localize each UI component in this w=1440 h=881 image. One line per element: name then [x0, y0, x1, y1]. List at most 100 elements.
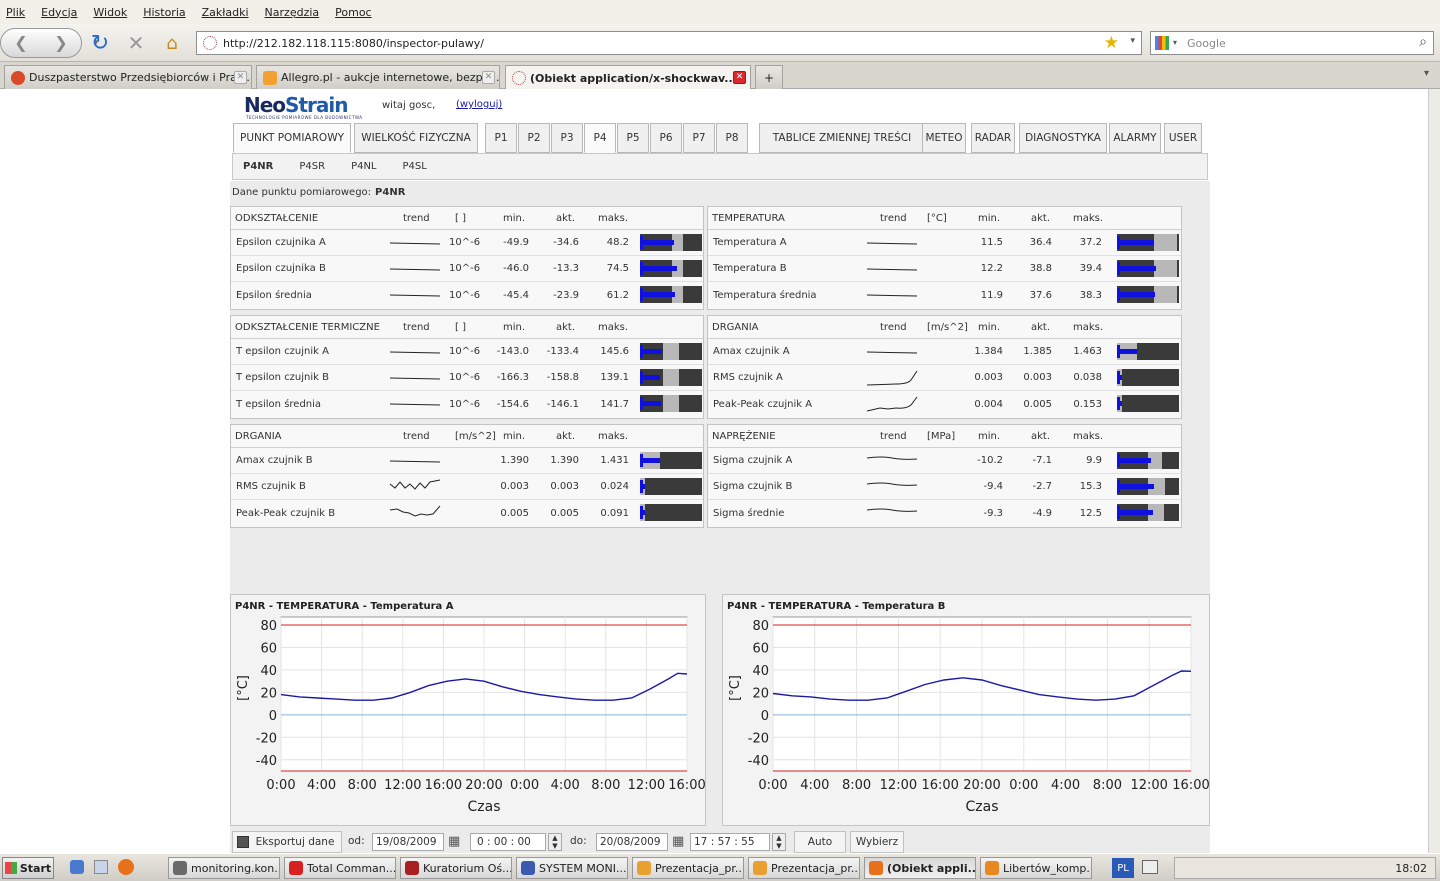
panel-header: ODKSZTAŁCENIE trend [ ] min. akt. maks.: [231, 207, 703, 230]
main-tab-3[interactable]: P2: [518, 123, 550, 153]
logout-link[interactable]: (wyloguj): [456, 99, 502, 110]
sub-tab-p4nr[interactable]: P4NR: [243, 161, 273, 172]
from-date-input[interactable]: 19/08/2009: [372, 833, 444, 851]
stop-icon[interactable]: ✕: [124, 30, 148, 56]
bookmark-star-icon[interactable]: ★: [1104, 33, 1119, 53]
to-time-stepper[interactable]: ▲ ▼: [772, 833, 786, 851]
taskbar-button[interactable]: (Obiekt appli...: [864, 857, 976, 879]
measurement-row[interactable]: Sigma średnie -9.3 -4.9 12.5: [708, 500, 1181, 526]
measurement-row[interactable]: Amax czujnik B 1.390 1.390 1.431: [231, 448, 703, 474]
measurement-row[interactable]: Peak-Peak czujnik B 0.005 0.005 0.091: [231, 500, 703, 526]
clock: 18:02: [1395, 861, 1427, 875]
url-dropdown-icon[interactable]: ▾: [1130, 36, 1135, 46]
main-tab-7[interactable]: P6: [650, 123, 682, 153]
back-icon[interactable]: ❮: [1, 29, 41, 57]
measurement-row[interactable]: T epsilon czujnik A 10^-6 -143.0 -133.4 145.…: [231, 339, 703, 365]
quicklaunch-firefox-icon[interactable]: [118, 859, 134, 875]
back-forward-buttons[interactable]: ❮ ❯: [0, 27, 82, 58]
close-tab-icon[interactable]: ✕: [482, 71, 495, 84]
measurement-row[interactable]: Temperatura A 11.5 36.4 37.2: [708, 230, 1181, 256]
from-time-input[interactable]: 0 : 00 : 00: [470, 833, 546, 851]
main-tab-10[interactable]: TABLICE ZMIENNEJ TREŚCI: [759, 123, 925, 153]
auto-button[interactable]: Auto: [794, 831, 846, 853]
sub-tab-p4sl[interactable]: P4SL: [403, 161, 427, 172]
calendar-icon[interactable]: ▦: [448, 834, 460, 849]
main-tab-2[interactable]: P1: [485, 123, 517, 153]
measurement-row[interactable]: RMS czujnik B 0.003 0.003 0.024: [231, 474, 703, 500]
sub-tab-p4nl[interactable]: P4NL: [351, 161, 376, 172]
sub-tab-p4sr[interactable]: P4SR: [299, 161, 325, 172]
taskbar-button[interactable]: Kuratorium Oś...: [400, 857, 512, 879]
from-time-stepper[interactable]: ▲ ▼: [548, 833, 562, 851]
search-input[interactable]: ▾ Google ⌕: [1150, 31, 1434, 55]
language-indicator[interactable]: PL: [1112, 858, 1134, 878]
measurement-row[interactable]: Peak-Peak czujnik A 0.004 0.005 0.153: [708, 391, 1181, 417]
close-tab-icon[interactable]: ✕: [733, 71, 746, 84]
taskbar-button[interactable]: Libertów_komp...: [980, 857, 1092, 879]
measurement-row[interactable]: Temperatura średnia 11.9 37.6 38.3: [708, 282, 1181, 308]
measurement-row[interactable]: Epsilon średnia 10^-6 -45.4 -23.9 61.2: [231, 282, 703, 308]
menu-item-2[interactable]: Widok: [93, 6, 127, 19]
menu-item-4[interactable]: Zakładki: [202, 6, 249, 19]
engine-dropdown-icon[interactable]: ▾: [1173, 38, 1177, 47]
panel-naprężenie: NAPRĘŻENIE trend [MPa] min. akt. maks. Sigma c…: [707, 424, 1182, 528]
menu-item-3[interactable]: Historia: [143, 6, 185, 19]
trend-header: trend: [880, 212, 907, 224]
main-tab-13[interactable]: DIAGNOSTYKA: [1019, 123, 1107, 153]
url-bar[interactable]: http://212.182.118.115:8080/inspector-pu…: [196, 31, 1142, 55]
to-date-input[interactable]: 20/08/2009: [596, 833, 668, 851]
browser-tab-active[interactable]: (Obiekt application/x-shockwav... ✕: [505, 65, 751, 90]
quicklaunch-ie-icon[interactable]: [70, 860, 84, 874]
panel-header: TEMPERATURA trend [°C] min. akt. maks.: [708, 207, 1181, 230]
vertical-scrollbar[interactable]: [1428, 89, 1440, 853]
search-icon[interactable]: ⌕: [1419, 34, 1427, 50]
main-tab-5[interactable]: P4: [584, 123, 616, 153]
main-tab-6[interactable]: P5: [617, 123, 649, 153]
taskbar-button[interactable]: Prezentacja_pr...: [632, 857, 744, 879]
measurement-row[interactable]: Sigma czujnik A -10.2 -7.1 9.9: [708, 448, 1181, 474]
taskbar-button[interactable]: SYSTEM MONI...: [516, 857, 628, 879]
main-tab-15[interactable]: USER: [1164, 123, 1202, 153]
measurement-row[interactable]: Temperatura B 12.2 38.8 39.4: [708, 256, 1181, 282]
menu-item-5[interactable]: Narzędzia: [265, 6, 320, 19]
quicklaunch-doc-icon[interactable]: [94, 860, 108, 874]
measurement-row[interactable]: Epsilon czujnika B 10^-6 -46.0 -13.3 74.5: [231, 256, 703, 282]
browser-tab[interactable]: Allegro.pl - aukcje internetowe, bezpie.…: [256, 65, 500, 89]
measurement-row[interactable]: T epsilon czujnik B 10^-6 -166.3 -158.8 139.…: [231, 365, 703, 391]
calendar-icon[interactable]: ▦: [672, 834, 684, 849]
browser-tab[interactable]: Duszpasterstwo Przedsiębiorców i Prac...…: [4, 65, 252, 89]
measurement-row[interactable]: T epsilon średnia 10^-6 -154.6 -146.1 141.7: [231, 391, 703, 417]
measurement-row[interactable]: RMS czujnik A 0.003 0.003 0.038: [708, 365, 1181, 391]
main-tab-0[interactable]: PUNKT POMIAROWY: [233, 123, 351, 153]
close-tab-icon[interactable]: ✕: [234, 71, 247, 84]
to-time-input[interactable]: 17 : 57 : 55: [690, 833, 770, 851]
reload-icon[interactable]: ↻: [88, 30, 112, 56]
main-tab-4[interactable]: P3: [551, 123, 583, 153]
taskbar-button[interactable]: monitoring.kon...: [168, 857, 280, 879]
main-tab-14[interactable]: ALARMY: [1109, 123, 1161, 153]
akt-header: akt.: [1031, 430, 1051, 442]
start-button[interactable]: Start: [2, 857, 54, 879]
taskbar-button[interactable]: Prezentacja_pr...: [748, 857, 860, 879]
export-button[interactable]: Eksportuj dane: [232, 831, 342, 853]
forward-icon[interactable]: ❯: [41, 29, 81, 57]
main-tab-11[interactable]: METEO: [922, 123, 966, 153]
main-tab-9[interactable]: P8: [716, 123, 748, 153]
taskbar-button[interactable]: Total Comman...: [284, 857, 396, 879]
measurement-row[interactable]: Epsilon czujnika A 10^-6 -49.9 -34.6 48.2: [231, 230, 703, 256]
main-tab-8[interactable]: P7: [683, 123, 715, 153]
measurement-row[interactable]: Amax czujnik A 1.384 1.385 1.463: [708, 339, 1181, 365]
measurement-row[interactable]: Sigma czujnik B -9.4 -2.7 15.3: [708, 474, 1181, 500]
main-tab-12[interactable]: RADAR: [971, 123, 1015, 153]
keyboard-icon[interactable]: [1142, 860, 1158, 874]
main-tab-1[interactable]: WIELKOŚĆ FIZYCZNA: [354, 123, 478, 153]
menu-item-0[interactable]: Plik: [6, 6, 25, 19]
menu-item-6[interactable]: Pomoc: [335, 6, 371, 19]
google-engine-icon[interactable]: [1155, 36, 1169, 50]
tab-list-icon[interactable]: ▾: [1424, 68, 1429, 79]
choose-button[interactable]: Wybierz: [850, 831, 904, 853]
home-icon[interactable]: ⌂: [160, 30, 184, 56]
range-bar: [1117, 260, 1179, 277]
menu-item-1[interactable]: Edycja: [41, 6, 77, 19]
new-tab-button[interactable]: +: [755, 65, 783, 89]
